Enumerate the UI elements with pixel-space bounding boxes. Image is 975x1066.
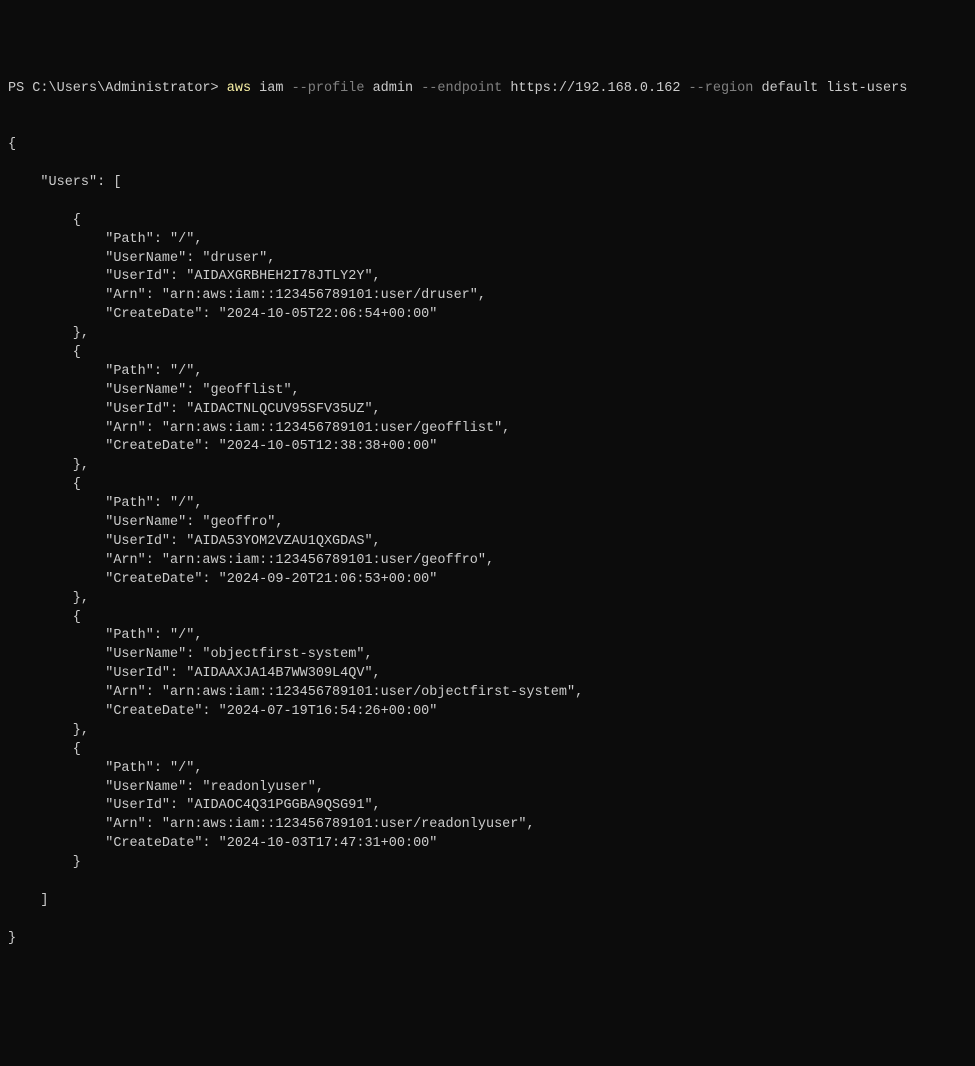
user-createdate-line: "CreateDate": "2024-09-20T21:06:53+00:00… xyxy=(8,571,967,590)
user-arn-line: "Arn": "arn:aws:iam::123456789101:user/d… xyxy=(8,287,967,306)
user-close-line: }, xyxy=(8,590,967,609)
user-createdate-line: "CreateDate": "2024-10-05T22:06:54+00:00… xyxy=(8,306,967,325)
cmd-aws: aws xyxy=(227,80,259,99)
user-arn-line: "Arn": "arn:aws:iam::123456789101:user/g… xyxy=(8,420,967,439)
val-endpoint: https://192.168.0.162 xyxy=(510,80,688,99)
user-username-line: "UserName": "druser", xyxy=(8,250,967,269)
flag-endpoint: --endpoint xyxy=(421,80,510,99)
user-close-line: }, xyxy=(8,325,967,344)
output-open-brace: { xyxy=(8,136,967,155)
user-userid-line: "UserId": "AIDACTNLQCUV95SFV35UZ", xyxy=(8,401,967,420)
user-path-line: "Path": "/", xyxy=(8,495,967,514)
user-entry: { "Path": "/", "UserName": "readonlyuser… xyxy=(8,741,967,873)
user-createdate-line: "CreateDate": "2024-07-19T16:54:26+00:00… xyxy=(8,703,967,722)
user-arn-line: "Arn": "arn:aws:iam::123456789101:user/o… xyxy=(8,684,967,703)
user-entry: { "Path": "/", "UserName": "objectfirst-… xyxy=(8,609,967,741)
flag-region: --region xyxy=(689,80,762,99)
user-open-line: { xyxy=(8,212,967,231)
user-close-line: } xyxy=(8,854,967,873)
user-open-line: { xyxy=(8,344,967,363)
user-path-line: "Path": "/", xyxy=(8,627,967,646)
users-list: { "Path": "/", "UserName": "druser", "Us… xyxy=(8,212,967,873)
flag-profile: --profile xyxy=(292,80,373,99)
output-users-key: "Users": [ xyxy=(8,174,967,193)
output-close-brace: } xyxy=(8,930,967,949)
user-arn-line: "Arn": "arn:aws:iam::123456789101:user/r… xyxy=(8,816,967,835)
json-output: { "Users": [ { "Path": "/", "UserName": … xyxy=(8,117,967,967)
user-close-line: }, xyxy=(8,722,967,741)
user-createdate-line: "CreateDate": "2024-10-05T12:38:38+00:00… xyxy=(8,438,967,457)
user-userid-line: "UserId": "AIDAAXJA14B7WW309L4QV", xyxy=(8,665,967,684)
user-arn-line: "Arn": "arn:aws:iam::123456789101:user/g… xyxy=(8,552,967,571)
user-path-line: "Path": "/", xyxy=(8,363,967,382)
user-path-line: "Path": "/", xyxy=(8,760,967,779)
output-close-array: ] xyxy=(8,892,967,911)
user-username-line: "UserName": "geofflist", xyxy=(8,382,967,401)
user-userid-line: "UserId": "AIDAXGRBHEH2I78JTLY2Y", xyxy=(8,268,967,287)
ps-prompt-path: PS C:\Users\Administrator> xyxy=(8,80,227,99)
user-username-line: "UserName": "geoffro", xyxy=(8,514,967,533)
user-close-line: }, xyxy=(8,457,967,476)
user-username-line: "UserName": "readonlyuser", xyxy=(8,779,967,798)
user-entry: { "Path": "/", "UserName": "geofflist", … xyxy=(8,344,967,476)
user-entry: { "Path": "/", "UserName": "geoffro", "U… xyxy=(8,476,967,608)
user-username-line: "UserName": "objectfirst-system", xyxy=(8,646,967,665)
cmd-service: iam xyxy=(259,80,291,99)
val-profile: admin xyxy=(373,80,422,99)
user-userid-line: "UserId": "AIDA53YOM2VZAU1QXGDAS", xyxy=(8,533,967,552)
cmd-action: list-users xyxy=(826,80,907,99)
user-userid-line: "UserId": "AIDAOC4Q31PGGBA9QSG91", xyxy=(8,797,967,816)
user-createdate-line: "CreateDate": "2024-10-03T17:47:31+00:00… xyxy=(8,835,967,854)
user-entry: { "Path": "/", "UserName": "druser", "Us… xyxy=(8,212,967,344)
val-region: default xyxy=(761,80,826,99)
user-open-line: { xyxy=(8,609,967,628)
user-open-line: { xyxy=(8,476,967,495)
command-prompt-line[interactable]: PS C:\Users\Administrator> aws iam --pro… xyxy=(8,80,967,99)
user-open-line: { xyxy=(8,741,967,760)
user-path-line: "Path": "/", xyxy=(8,231,967,250)
